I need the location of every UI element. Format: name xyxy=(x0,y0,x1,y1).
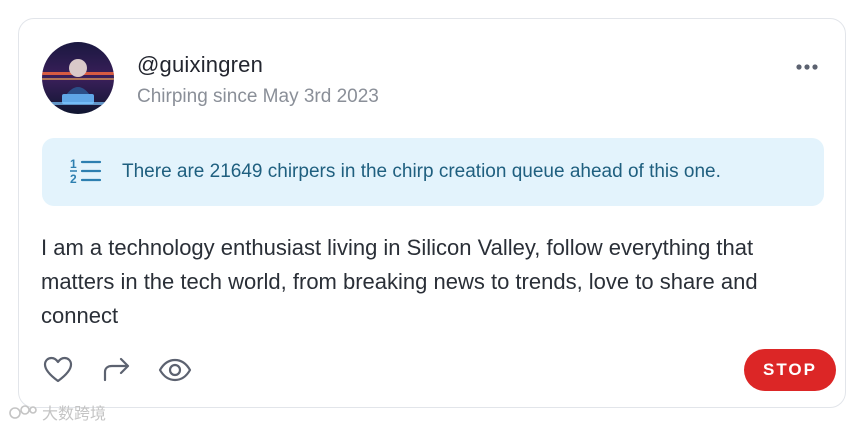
queue-notice-text: There are 21649 chirpers in the chirp cr… xyxy=(122,161,721,182)
avatar-image xyxy=(42,42,114,114)
heart-icon xyxy=(43,356,73,383)
share-button[interactable] xyxy=(101,356,133,389)
more-options-button[interactable] xyxy=(791,57,821,77)
svg-text:2: 2 xyxy=(70,172,77,186)
queue-notice: 1 2 There are 21649 chirpers in the chir… xyxy=(42,138,824,206)
eye-icon xyxy=(158,358,192,382)
stop-button[interactable]: STOP xyxy=(744,349,836,391)
svg-text:1: 1 xyxy=(70,157,77,171)
watermark: 大数跨境 xyxy=(8,400,106,424)
bio-text: I am a technology enthusiast living in S… xyxy=(41,235,758,328)
like-button[interactable] xyxy=(43,356,73,389)
share-icon xyxy=(103,357,130,382)
avatar[interactable] xyxy=(42,42,114,114)
profile-handle[interactable]: @guixingren xyxy=(137,52,263,78)
more-dots-icon xyxy=(796,64,818,70)
profile-since: Chirping since May 3rd 2023 xyxy=(137,86,379,107)
chirper-card: @guixingren Chirping since May 3rd 2023 … xyxy=(18,18,846,408)
view-button[interactable] xyxy=(158,357,192,388)
watermark-text: 大数跨境 xyxy=(42,406,107,423)
watermark-logo-icon xyxy=(9,405,37,419)
numbered-list-icon: 1 2 xyxy=(70,157,102,186)
